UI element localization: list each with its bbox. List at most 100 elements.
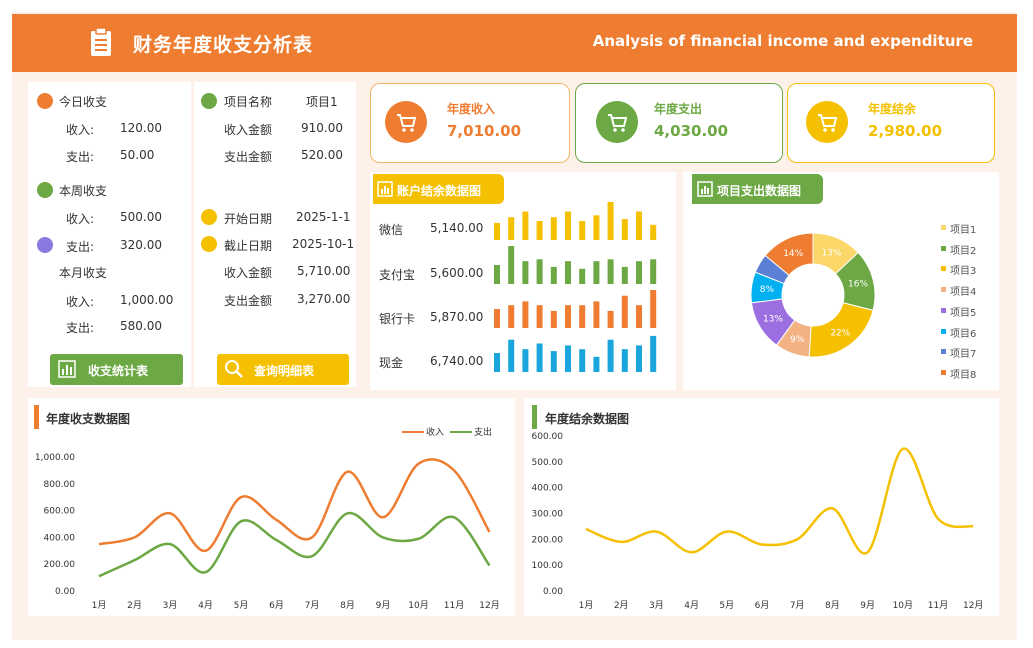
end-date-label: 截止日期	[224, 239, 273, 253]
y-tick-label: 500.00	[532, 458, 564, 468]
account-bar	[508, 339, 515, 372]
account-bar	[508, 246, 515, 284]
x-tick-label: 12月	[479, 600, 499, 611]
x-tick-label: 9月	[860, 600, 875, 611]
start-date-value[interactable]: 2025-1-1	[296, 210, 350, 224]
account-bar	[494, 265, 500, 284]
balance-line-chart: 600.00 500.00 400.00 300.00 200.00 100.00 0.00…	[532, 432, 984, 611]
tag-icon	[201, 93, 217, 109]
detail-query-label: 查询明细表	[254, 364, 315, 378]
account-bar	[650, 259, 657, 284]
today-income-value: 120.00	[120, 121, 162, 135]
legend-label: 项目7	[950, 349, 977, 361]
x-tick-label: 12月	[963, 600, 983, 611]
x-tick-label: 10月	[893, 600, 913, 611]
legend-label: 项目6	[950, 328, 977, 340]
legend-label: 收入	[426, 426, 444, 438]
project-name-value[interactable]: 项目1	[306, 93, 338, 110]
x-tick-label: 8月	[340, 600, 355, 611]
account-bar	[593, 261, 600, 284]
account-bar	[522, 211, 529, 240]
end-date-icon	[201, 236, 217, 252]
series-line	[98, 458, 491, 553]
cart-icon	[596, 101, 638, 143]
account-bar	[621, 219, 628, 240]
today-expense-value: 50.00	[120, 148, 155, 162]
account-bar	[621, 349, 628, 372]
account-bar	[522, 261, 529, 284]
y-tick-label: 400.00	[532, 484, 564, 494]
x-tick-label: 1月	[579, 600, 594, 611]
x-tick-label: 11月	[444, 600, 464, 611]
donut-label: 13%	[821, 248, 841, 258]
legend-item: 项目2	[941, 242, 977, 257]
legend-swatch	[941, 369, 946, 375]
annual-balance-card: 年度结余 2,980.00	[787, 83, 995, 163]
series-line	[585, 447, 974, 555]
month-income-value: 1,000.00	[120, 293, 174, 307]
account-bar	[621, 266, 628, 284]
legend-swatch	[941, 245, 946, 251]
account-bar	[508, 305, 515, 328]
account-row-name: 现金	[379, 356, 404, 370]
y-tick-label: 300.00	[532, 510, 564, 520]
project-donut-chart: 13% 16% 22% 9% 13% 8% 14%	[750, 232, 876, 358]
y-tick-label: 0.00	[543, 587, 563, 597]
donut-label: 9%	[790, 335, 805, 345]
y-tick-label: 200.00	[44, 560, 76, 570]
x-tick-label: 10月	[408, 600, 428, 611]
account-row-name: 银行卡	[379, 312, 416, 326]
account-row-value: 6,740.00	[430, 354, 484, 368]
project-income-label: 收入金额	[224, 123, 273, 137]
today-income-label: 收入:	[66, 123, 95, 137]
legend-label: 项目4	[950, 287, 977, 299]
account-bar	[650, 290, 657, 328]
x-tick-label: 3月	[649, 600, 664, 611]
week-expense-value: 320.00	[120, 238, 162, 252]
x-tick-label: 1月	[92, 600, 107, 611]
legend-label: 项目2	[950, 245, 977, 257]
account-bar-chart	[494, 202, 657, 372]
account-bar	[550, 217, 557, 240]
annual-balance-value: 2,980.00	[868, 122, 943, 140]
project-expense-value: 520.00	[301, 148, 343, 162]
account-bar	[508, 217, 515, 240]
donut-label: 22%	[830, 329, 850, 339]
income-expense-line-chart: 1,000.00 800.00 600.00 400.00 200.00 0.00 1月 2月…	[35, 426, 500, 611]
project-chart-tag: 项目支出数据图	[692, 174, 823, 204]
month-expense-label: 支出:	[66, 321, 95, 335]
annual-income-card: 年度收入 7,010.00	[370, 83, 570, 163]
stats-table-button[interactable]: 收支统计表	[50, 354, 183, 385]
y-tick-label: 400.00	[44, 533, 76, 543]
account-bar	[565, 261, 571, 284]
legend-swatch	[941, 287, 946, 293]
account-bar	[636, 211, 642, 240]
account-bar	[550, 266, 557, 284]
legend-swatch	[941, 349, 946, 355]
search-icon	[225, 360, 243, 378]
range-income-value: 5,710.00	[297, 264, 351, 278]
legend-item: 项目1	[941, 221, 977, 236]
donut-label: 8%	[760, 285, 775, 295]
account-bar	[536, 343, 543, 372]
header-bar: 财务年度收支分析表 Analysis of financial income a…	[12, 14, 1017, 72]
legend-swatch	[941, 225, 946, 230]
bar-chart-icon	[58, 360, 76, 378]
page-title: 财务年度收支分析表	[133, 34, 314, 56]
account-bar	[579, 305, 586, 328]
x-tick-label: 6月	[755, 600, 770, 611]
end-date-value[interactable]: 2025-10-1	[292, 237, 354, 251]
legend-label: 项目1	[950, 225, 977, 236]
start-date-icon	[201, 209, 217, 225]
range-income-label: 收入金额	[224, 266, 273, 280]
account-bar	[550, 310, 557, 328]
account-chart-tag: 账户结余数据图	[373, 174, 504, 204]
account-bar	[565, 305, 571, 328]
card-icon	[37, 237, 53, 253]
donut-label: 14%	[783, 249, 803, 259]
page-subtitle: Analysis of financial income and expendi…	[592, 32, 973, 50]
week-expense-label: 支出:	[66, 240, 95, 254]
detail-query-button[interactable]: 查询明细表	[217, 354, 349, 385]
annual-expense-label: 年度支出	[654, 102, 703, 116]
account-bar	[593, 356, 600, 372]
